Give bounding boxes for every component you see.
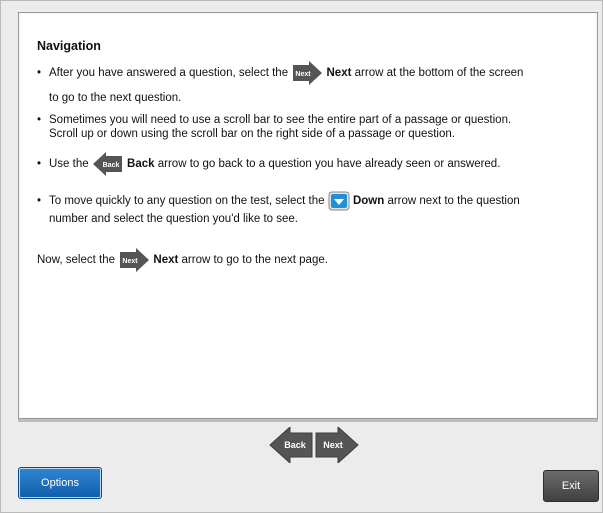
bullet-next-instruction-line2: to go to the next question. xyxy=(49,92,182,104)
back-button[interactable]: Back xyxy=(269,425,313,465)
bullet-back-instruction: • Use the Back Back arrow to go back to a… xyxy=(37,152,500,176)
next-button-label: Next xyxy=(323,440,343,450)
bullet-down-instruction: • To move quickly to any question on the … xyxy=(37,191,520,211)
svg-text:Next: Next xyxy=(123,258,139,265)
instructions-panel: Navigation • After you have answered a qu… xyxy=(18,12,598,419)
next-button[interactable]: Next xyxy=(315,425,359,465)
exit-button[interactable]: Exit xyxy=(543,470,599,502)
bullet-next-instruction: • After you have answered a question, sel… xyxy=(37,61,523,85)
down-arrow-icon xyxy=(328,191,350,211)
svg-text:Next: Next xyxy=(296,71,312,78)
panel-divider xyxy=(18,419,598,422)
bullet-scroll-instruction: • Sometimes you will need to use a scroll… xyxy=(37,114,512,126)
next-arrow-icon: Next xyxy=(120,248,150,272)
bullet-scroll-instruction-line2: Scroll up or down using the scroll bar o… xyxy=(49,128,455,140)
page-title: Navigation xyxy=(37,39,101,53)
bullet-down-instruction-line2: number and select the question you'd lik… xyxy=(49,213,298,225)
back-button-label: Back xyxy=(284,440,307,450)
next-arrow-icon: Next xyxy=(293,61,323,85)
final-instruction: Now, select the Next Next arrow to go to… xyxy=(37,248,328,272)
back-arrow-icon: Back xyxy=(92,152,122,176)
question-navigation: Back Next xyxy=(268,425,360,465)
options-button[interactable]: Options xyxy=(18,467,102,499)
svg-text:Back: Back xyxy=(102,162,119,169)
